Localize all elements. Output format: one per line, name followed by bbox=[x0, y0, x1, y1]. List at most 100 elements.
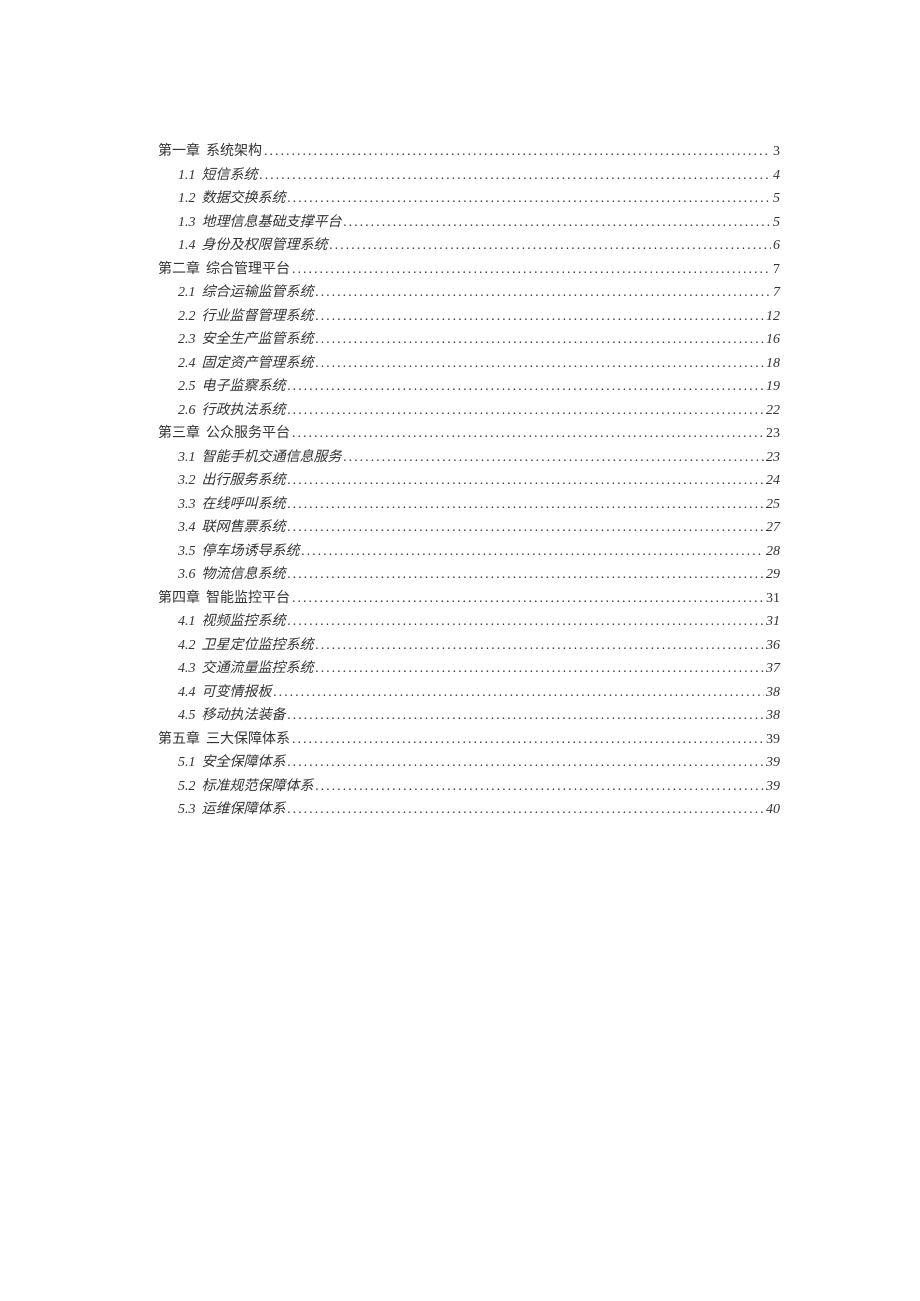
toc-entry-number: 3.4 bbox=[178, 516, 196, 540]
toc-entry-title: 在线呼叫系统 bbox=[202, 493, 286, 517]
toc-entry-page: 36 bbox=[766, 634, 780, 658]
toc-entry-page: 39 bbox=[766, 728, 780, 752]
toc-entry[interactable]: 1.2数据交换系统...............................… bbox=[158, 187, 780, 211]
toc-entry-number: 2.6 bbox=[178, 399, 196, 423]
toc-leader-dots: ........................................… bbox=[292, 728, 764, 752]
toc-entry[interactable]: 3.4联网售票系统...............................… bbox=[158, 516, 780, 540]
toc-entry-number: 4.5 bbox=[178, 704, 196, 728]
toc-entry-title: 三大保障体系 bbox=[206, 728, 290, 752]
toc-entry-number: 3.1 bbox=[178, 446, 196, 470]
toc-entry-page: 5 bbox=[773, 211, 780, 235]
toc-leader-dots: ........................................… bbox=[288, 610, 765, 634]
toc-entry-number: 4.3 bbox=[178, 657, 196, 681]
toc-entry[interactable]: 4.5移动执法装备...............................… bbox=[158, 704, 780, 728]
toc-entry-title: 系统架构 bbox=[206, 140, 262, 164]
toc-leader-dots: ........................................… bbox=[288, 751, 765, 775]
toc-entry-title: 公众服务平台 bbox=[206, 422, 290, 446]
toc-entry-number: 2.4 bbox=[178, 352, 196, 376]
toc-entry-number: 3.6 bbox=[178, 563, 196, 587]
toc-entry[interactable]: 4.3 交通流量监控系统.............................… bbox=[158, 657, 780, 681]
toc-leader-dots: ........................................… bbox=[316, 281, 772, 305]
toc-leader-dots: ........................................… bbox=[316, 352, 765, 376]
toc-entry[interactable]: 2.6 行政执法系统...............................… bbox=[158, 399, 780, 423]
toc-entry[interactable]: 2.1 综合运输监管系统.............................… bbox=[158, 281, 780, 305]
toc-entry[interactable]: 3.1 智能手机交通信息服务...........................… bbox=[158, 446, 780, 470]
toc-entry-page: 18 bbox=[766, 352, 780, 376]
toc-leader-dots: ........................................… bbox=[288, 704, 765, 728]
toc-entry[interactable]: 4.4可变情报板................................… bbox=[158, 681, 780, 705]
toc-leader-dots: ........................................… bbox=[288, 399, 765, 423]
table-of-contents: 第一章系统架构.................................… bbox=[158, 140, 780, 822]
toc-entry[interactable]: 第二章综合管理平台...............................… bbox=[158, 258, 780, 282]
toc-entry-title: 身份及权限管理系统 bbox=[202, 234, 328, 258]
toc-entry-title: 地理信息基础支撑平台 bbox=[202, 211, 342, 235]
toc-entry-title: 交通流量监控系统 bbox=[202, 657, 314, 681]
toc-entry-number: 1.1 bbox=[178, 164, 196, 188]
toc-entry[interactable]: 4.1 视频监控系统...............................… bbox=[158, 610, 780, 634]
toc-entry[interactable]: 4.2卫星定位监控系统.............................… bbox=[158, 634, 780, 658]
toc-entry-number: 3.2 bbox=[178, 469, 196, 493]
toc-entry[interactable]: 第一章系统架构.................................… bbox=[158, 140, 780, 164]
toc-entry-page: 29 bbox=[766, 563, 780, 587]
toc-entry-page: 28 bbox=[766, 540, 780, 564]
toc-entry-title: 停车场诱导系统 bbox=[202, 540, 300, 564]
toc-leader-dots: ........................................… bbox=[288, 187, 772, 211]
toc-entry[interactable]: 1.3地理信息基础支撑平台...........................… bbox=[158, 211, 780, 235]
toc-leader-dots: ........................................… bbox=[288, 493, 765, 517]
toc-leader-dots: ........................................… bbox=[288, 469, 765, 493]
toc-entry-title: 出行服务系统 bbox=[202, 469, 286, 493]
toc-leader-dots: ........................................… bbox=[288, 563, 765, 587]
toc-entry-number: 4.4 bbox=[178, 681, 196, 705]
toc-entry-page: 7 bbox=[773, 281, 780, 305]
toc-leader-dots: ........................................… bbox=[330, 234, 772, 258]
toc-leader-dots: ........................................… bbox=[316, 657, 765, 681]
toc-entry-title: 短信系统 bbox=[202, 164, 258, 188]
toc-entry-title: 智能监控平台 bbox=[206, 587, 290, 611]
toc-entry-page: 19 bbox=[766, 375, 780, 399]
toc-leader-dots: ........................................… bbox=[316, 328, 765, 352]
toc-entry-number: 5.3 bbox=[178, 798, 196, 822]
toc-leader-dots: ........................................… bbox=[260, 164, 772, 188]
toc-leader-dots: ........................................… bbox=[344, 446, 765, 470]
toc-entry[interactable]: 3.2 出行服务系统...............................… bbox=[158, 469, 780, 493]
toc-entry-number: 2.3 bbox=[178, 328, 196, 352]
toc-entry[interactable]: 2.2行业监督管理系统.............................… bbox=[158, 305, 780, 329]
toc-entry[interactable]: 3.5停车场诱导系统..............................… bbox=[158, 540, 780, 564]
toc-entry-page: 23 bbox=[766, 446, 780, 470]
toc-entry[interactable]: 1.1 短信系统.................................… bbox=[158, 164, 780, 188]
toc-entry[interactable]: 3.3在线呼叫系统...............................… bbox=[158, 493, 780, 517]
toc-leader-dots: ........................................… bbox=[316, 634, 765, 658]
toc-entry-page: 12 bbox=[766, 305, 780, 329]
toc-entry-title: 安全保障体系 bbox=[202, 751, 286, 775]
toc-entry[interactable]: 第五章三大保障体系...............................… bbox=[158, 728, 780, 752]
toc-entry-title: 视频监控系统 bbox=[202, 610, 286, 634]
toc-entry-page: 38 bbox=[766, 681, 780, 705]
toc-entry-number: 2.1 bbox=[178, 281, 196, 305]
toc-entry[interactable]: 2.5电子监察系统...............................… bbox=[158, 375, 780, 399]
toc-entry-page: 3 bbox=[773, 140, 780, 164]
toc-leader-dots: ........................................… bbox=[316, 305, 765, 329]
toc-entry-title: 行政执法系统 bbox=[202, 399, 286, 423]
toc-entry[interactable]: 5.2标准规范保障体系.............................… bbox=[158, 775, 780, 799]
toc-entry-title: 运维保障体系 bbox=[202, 798, 286, 822]
toc-entry-title: 综合运输监管系统 bbox=[202, 281, 314, 305]
toc-leader-dots: ........................................… bbox=[288, 516, 765, 540]
toc-entry-number: 第五章 bbox=[158, 728, 200, 752]
toc-entry-title: 智能手机交通信息服务 bbox=[202, 446, 342, 470]
toc-entry[interactable]: 5.1安全保障体系...............................… bbox=[158, 751, 780, 775]
toc-entry-number: 第三章 bbox=[158, 422, 200, 446]
toc-entry-page: 16 bbox=[766, 328, 780, 352]
toc-entry[interactable]: 第三章公众服务平台...............................… bbox=[158, 422, 780, 446]
toc-entry-title: 电子监察系统 bbox=[202, 375, 286, 399]
toc-entry[interactable]: 第四章智能监控平台...............................… bbox=[158, 587, 780, 611]
toc-entry-title: 综合管理平台 bbox=[206, 258, 290, 282]
toc-entry[interactable]: 1.4身份及权限管理系统............................… bbox=[158, 234, 780, 258]
toc-entry-number: 4.1 bbox=[178, 610, 196, 634]
toc-entry[interactable]: 3.6物流信息系统...............................… bbox=[158, 563, 780, 587]
toc-entry[interactable]: 2.4固定资产管理系统.............................… bbox=[158, 352, 780, 376]
toc-entry-page: 31 bbox=[766, 587, 780, 611]
toc-entry-title: 行业监督管理系统 bbox=[202, 305, 314, 329]
toc-entry[interactable]: 5.3运维保障体系...............................… bbox=[158, 798, 780, 822]
toc-entry[interactable]: 2.3安全生产监管系统.............................… bbox=[158, 328, 780, 352]
toc-entry-page: 23 bbox=[766, 422, 780, 446]
